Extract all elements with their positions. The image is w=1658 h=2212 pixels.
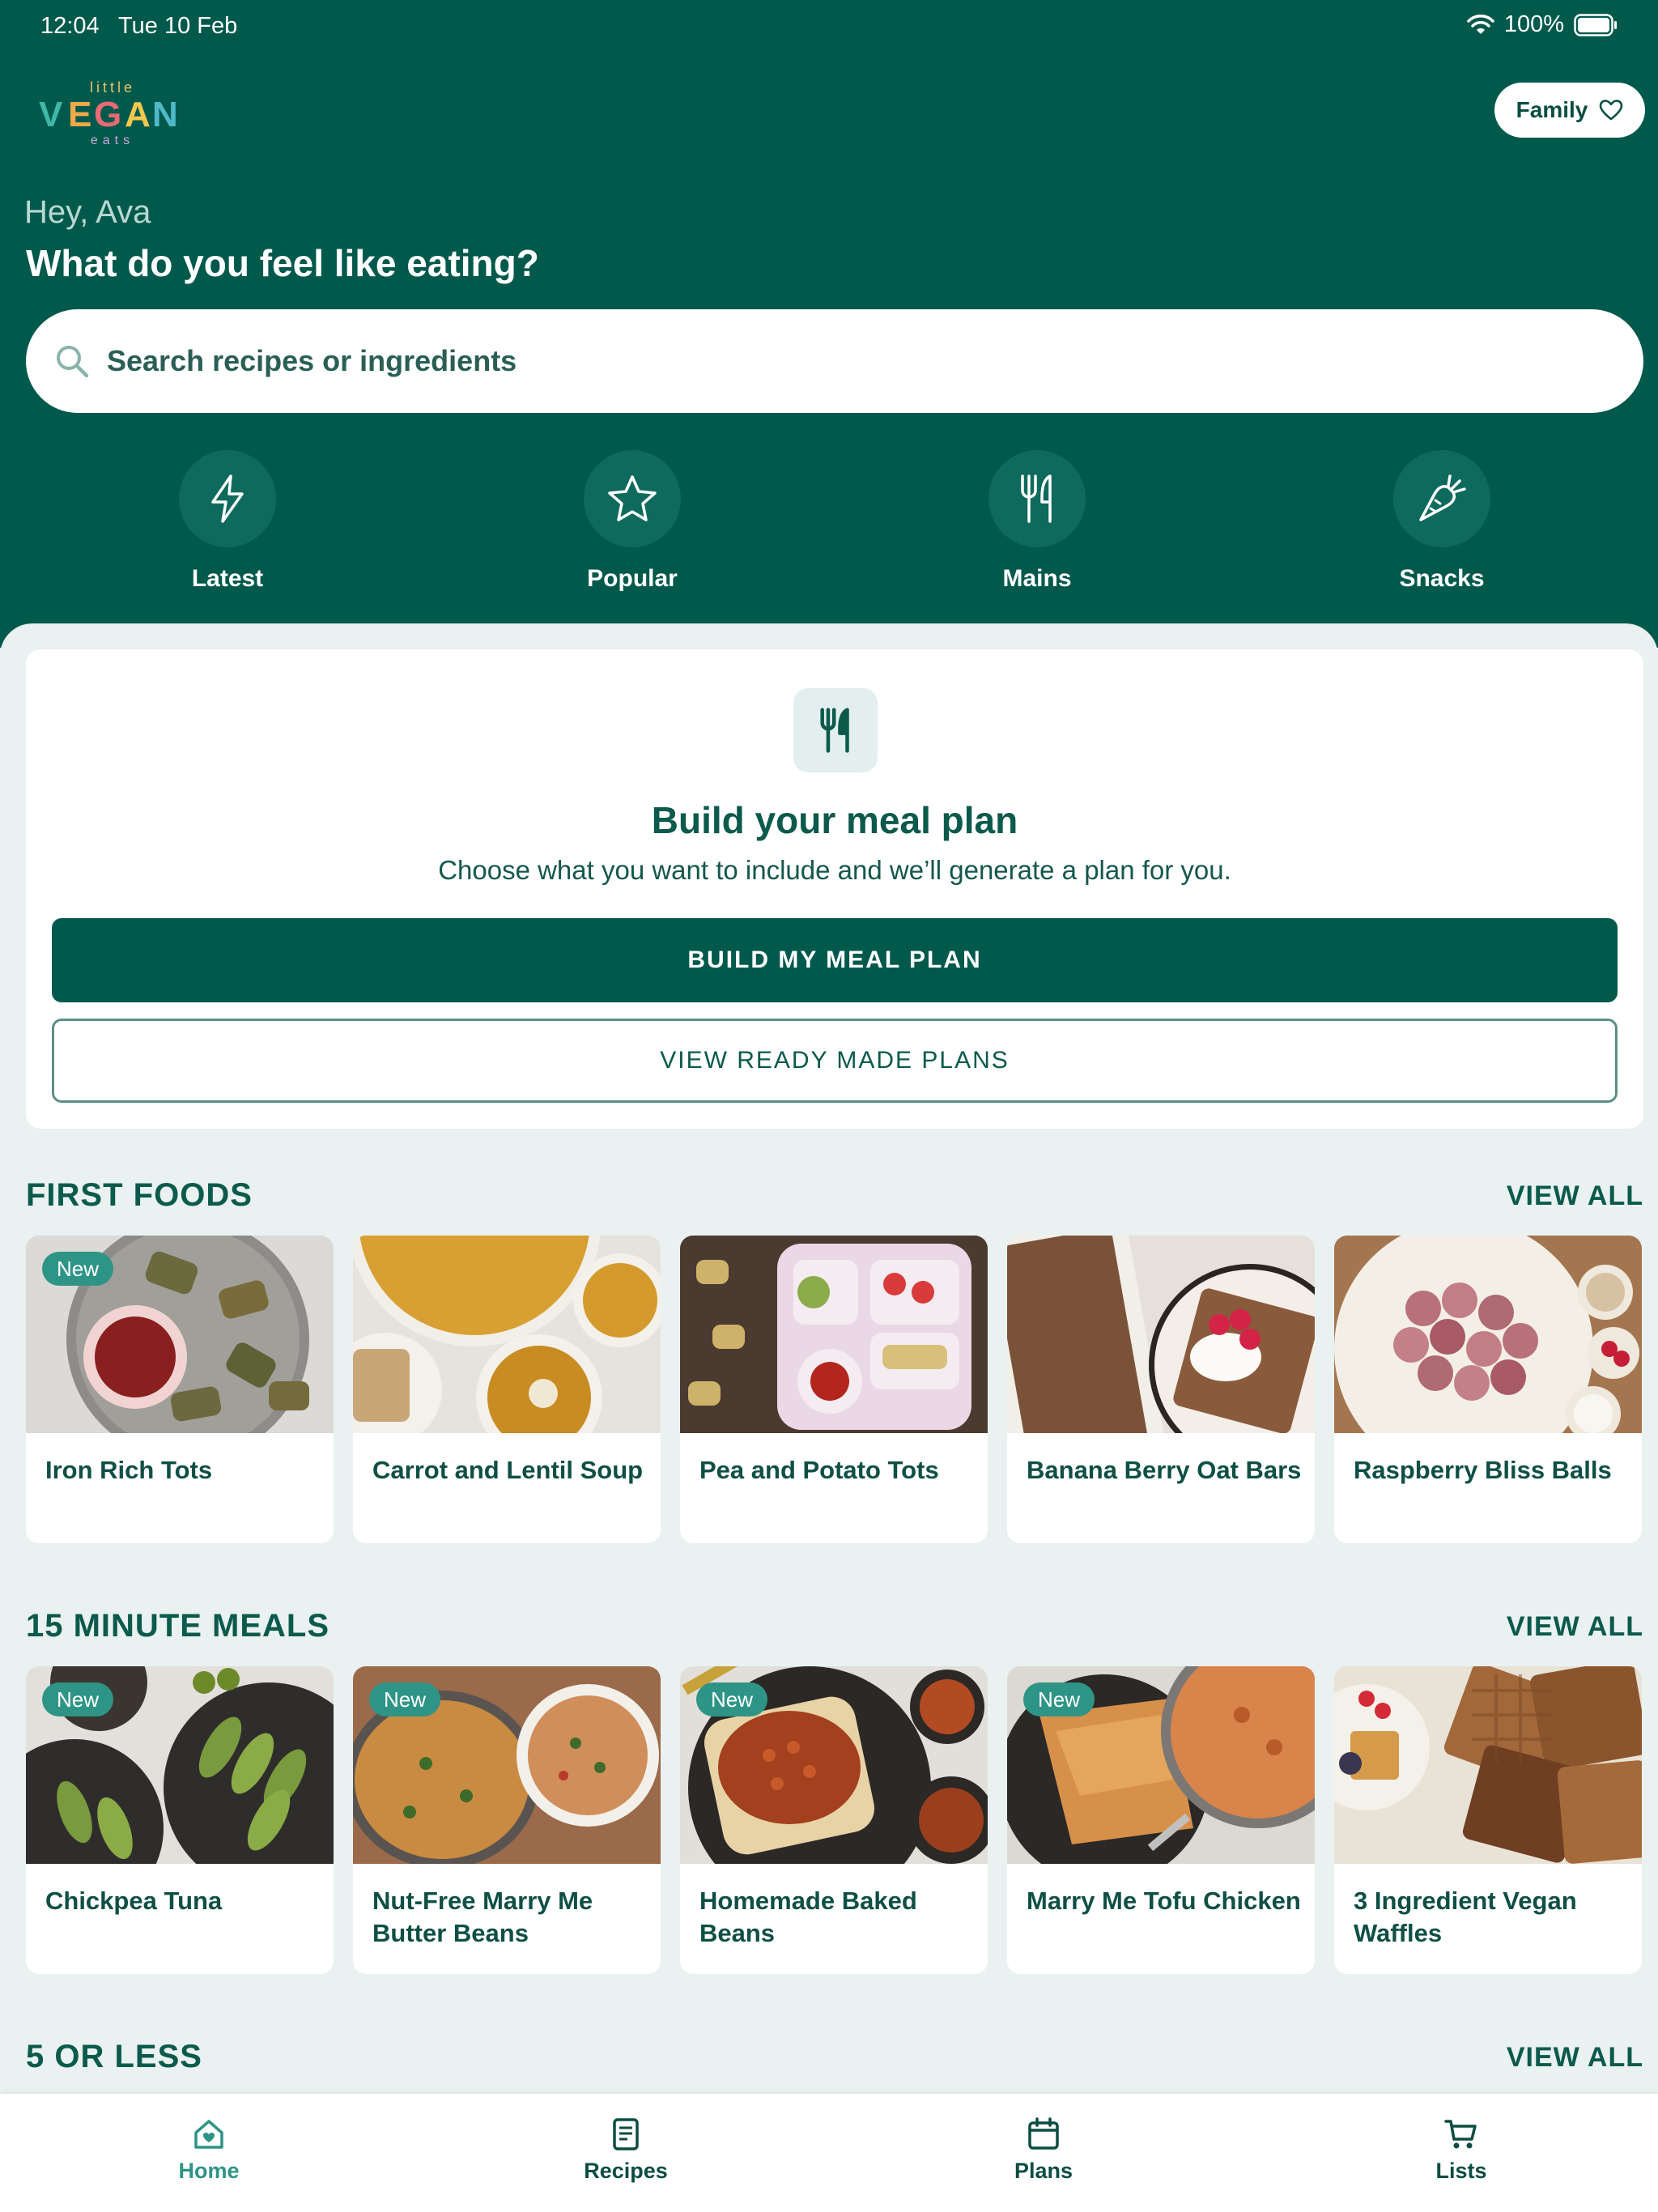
category-mains[interactable]: Mains: [940, 450, 1134, 593]
family-profile-button[interactable]: Family: [1494, 83, 1645, 138]
category-snacks[interactable]: Snacks: [1345, 450, 1539, 593]
carrot-icon: [1419, 474, 1466, 521]
recipe-image: [1334, 1236, 1642, 1433]
nav-plans[interactable]: Plans: [954, 2116, 1133, 2184]
search-icon: [57, 346, 89, 378]
battery-percent: 100%: [1503, 11, 1564, 37]
recipe-card[interactable]: Banana Berry Oat Bars: [1007, 1236, 1315, 1543]
recipe-name: Banana Berry Oat Bars: [1027, 1456, 1302, 1484]
page-title: What do you feel like eating?: [26, 242, 539, 284]
new-badge: New: [1023, 1682, 1095, 1716]
status-bar: 12:04 Tue 10 Feb 100%: [0, 0, 1658, 52]
recipe-icon: [613, 2118, 639, 2150]
section-title-first-foods: FIRST FOODS: [26, 1177, 253, 1213]
recipe-image: [680, 1236, 988, 1433]
section-title-5-or-less: 5 OR LESS: [26, 2039, 202, 2074]
heart-icon: [1600, 100, 1623, 121]
section-title-15-minute-meals: 15 MINUTE MEALS: [26, 1608, 330, 1644]
recipe-name: Iron Rich Tots: [45, 1456, 213, 1484]
recipe-name: Marry Me Tofu Chicken: [1027, 1887, 1301, 1915]
svg-text:G: G: [94, 95, 121, 134]
nav-label: Home: [178, 2159, 240, 2183]
recipe-image: [1334, 1666, 1642, 1864]
new-badge: New: [369, 1682, 441, 1716]
meal-plan-subtitle: Choose what you want to include and we’l…: [438, 855, 1231, 885]
recipe-name: 3 Ingredient Vegan Waffles: [1354, 1887, 1577, 1947]
build-meal-plan-button[interactable]: BUILD MY MEAL PLAN: [52, 918, 1618, 1002]
view-all-first-foods[interactable]: VIEW ALL: [1507, 1180, 1643, 1212]
svg-text:V: V: [39, 95, 63, 134]
recipe-card[interactable]: New Homemade Baked Beans: [680, 1666, 988, 1974]
new-badge: New: [42, 1252, 114, 1286]
category-label: Popular: [587, 565, 678, 592]
new-badge: New: [42, 1682, 114, 1716]
svg-text:eats: eats: [91, 134, 134, 147]
category-latest[interactable]: Latest: [130, 450, 325, 593]
greeting-text: Hey, Ava: [24, 194, 151, 230]
recipe-name: Chickpea Tuna: [45, 1887, 223, 1915]
nav-label: Lists: [1435, 2159, 1487, 2183]
recipe-card[interactable]: Raspberry Bliss Balls: [1334, 1236, 1642, 1543]
wifi-icon: [1467, 14, 1494, 34]
search-input[interactable]: Search recipes or ingredients: [26, 309, 1643, 413]
svg-text:E: E: [68, 95, 91, 134]
category-label: Snacks: [1399, 565, 1485, 592]
plan-icon-tile: [793, 688, 878, 772]
battery-icon: [1574, 13, 1617, 36]
status-indicators: 100%: [1467, 11, 1618, 38]
recipe-image: [1007, 1236, 1315, 1433]
nav-home[interactable]: Home: [120, 2116, 298, 2184]
svg-text:N: N: [152, 95, 178, 134]
search-placeholder: Search recipes or ingredients: [107, 344, 517, 377]
category-popular[interactable]: Popular: [535, 450, 729, 593]
bottom-nav: Home Recipes Plans Lists: [0, 2094, 1658, 2212]
svg-text:little: little: [90, 79, 135, 96]
calendar-icon: [1028, 2117, 1059, 2150]
meal-plan-card: Build your meal plan Choose what you wan…: [26, 649, 1643, 1129]
family-label: Family: [1516, 97, 1588, 122]
star-icon: [608, 475, 657, 521]
home-icon: [194, 2120, 223, 2149]
cutlery-icon: [1021, 474, 1052, 523]
svg-text:A: A: [125, 95, 151, 134]
meal-plan-title: Build your meal plan: [651, 799, 1018, 841]
recipe-card[interactable]: New Marry Me Tofu Chicken: [1007, 1666, 1315, 1974]
nav-lists[interactable]: Lists: [1372, 2116, 1550, 2184]
recipe-card[interactable]: Carrot and Lentil Soup: [353, 1236, 661, 1543]
recipe-name: Pea and Potato Tots: [699, 1456, 939, 1484]
status-date: Tue 10 Feb: [118, 13, 238, 39]
category-label: Latest: [191, 565, 264, 592]
view-ready-made-plans-button[interactable]: VIEW READY MADE PLANS: [52, 1019, 1618, 1103]
bolt-icon: [211, 474, 244, 523]
recipe-name: Carrot and Lentil Soup: [372, 1456, 644, 1484]
status-time: 12:04: [40, 13, 100, 39]
app-logo: little V E G A N eats: [39, 79, 178, 147]
category-label: Mains: [1002, 565, 1072, 592]
recipe-name: Homemade Baked Beans: [699, 1887, 917, 1947]
recipe-image: [353, 1236, 661, 1433]
nav-label: Plans: [1014, 2159, 1073, 2183]
recipe-card[interactable]: New Iron Rich Tots: [26, 1236, 334, 1543]
header: 12:04 Tue 10 Feb 100% little V E G A N e…: [0, 0, 1658, 648]
recipe-card[interactable]: Pea and Potato Tots: [680, 1236, 988, 1543]
recipe-card[interactable]: 3 Ingredient Vegan Waffles: [1334, 1666, 1642, 1974]
recipe-card[interactable]: New Chickpea Tuna: [26, 1666, 334, 1974]
recipe-card[interactable]: New Nut-Free Marry Me Butter Beans: [353, 1666, 661, 1974]
new-badge: New: [696, 1682, 768, 1716]
view-all-15-minute-meals[interactable]: VIEW ALL: [1507, 1611, 1643, 1643]
recipe-name: Nut-Free Marry Me Butter Beans: [372, 1887, 593, 1947]
nav-recipes[interactable]: Recipes: [537, 2116, 715, 2184]
cutlery-icon: [820, 708, 849, 753]
cart-icon: [1444, 2120, 1477, 2149]
nav-label: Recipes: [584, 2159, 668, 2183]
view-all-5-or-less[interactable]: VIEW ALL: [1507, 2042, 1643, 2074]
recipe-name: Raspberry Bliss Balls: [1354, 1456, 1612, 1484]
